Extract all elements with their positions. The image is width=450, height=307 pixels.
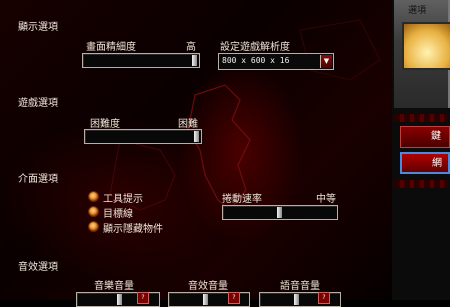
keyboard-button-label: 鍵 (431, 131, 441, 142)
detail-level-slider[interactable] (82, 53, 200, 68)
target-lines-label: 目標線 (103, 209, 133, 220)
sound-section-title: 音效選項 (18, 262, 58, 273)
detail-level-value: 高 (186, 42, 196, 53)
sfx-volume-stepper[interactable]: ? (228, 292, 240, 304)
show-hidden-objects-checkbox[interactable] (88, 221, 99, 232)
map-background (109, 19, 381, 211)
difficulty-thumb[interactable] (194, 131, 199, 142)
music-volume-stepper[interactable]: ? (137, 292, 149, 304)
keyboard-button[interactable]: 鍵 (400, 126, 450, 148)
gauge-face-icon (402, 22, 450, 70)
network-button-label: 網 (432, 158, 442, 169)
music-volume-label: 音樂音量 (94, 281, 134, 292)
tooltips-checkbox[interactable] (88, 191, 99, 202)
options-panel: 顯示選項 畫面精細度 高 設定遊戲解析度 800 x 600 x 16 ▼ 遊戲… (0, 0, 392, 307)
resolution-label: 設定遊戲解析度 (220, 42, 290, 53)
gameplay-section-title: 遊戲選項 (18, 98, 58, 109)
scroll-rate-thumb[interactable] (277, 207, 282, 218)
scroll-rate-slider[interactable] (222, 205, 338, 220)
sfx-volume-label: 音效音量 (188, 281, 228, 292)
display-section-title: 顯示選項 (18, 22, 58, 33)
scroll-rate-value: 中等 (316, 194, 336, 205)
side-panel-header: 選項 (408, 6, 427, 16)
decorative-stripe (394, 114, 448, 122)
network-button[interactable]: 網 (400, 152, 450, 174)
difficulty-label: 困難度 (90, 119, 120, 130)
detail-level-thumb[interactable] (192, 55, 197, 66)
resolution-value: 800 x 600 x 16 (222, 56, 290, 65)
interface-section-title: 介面選項 (18, 174, 58, 185)
target-lines-checkbox[interactable] (88, 206, 99, 217)
gauge-meter: 選項 (394, 0, 450, 108)
scroll-rate-label: 捲動速率 (222, 194, 262, 205)
decorative-stripe-2 (394, 180, 448, 188)
dropdown-arrow-icon[interactable]: ▼ (320, 55, 332, 68)
voice-volume-stepper[interactable]: ? (318, 292, 330, 304)
show-hidden-objects-label: 顯示隱藏物件 (103, 224, 163, 235)
difficulty-value: 困難 (178, 119, 198, 130)
resolution-dropdown[interactable]: 800 x 600 x 16 ▼ (218, 53, 334, 70)
detail-level-label: 畫面精細度 (86, 42, 136, 53)
tooltips-label: 工具提示 (103, 194, 143, 205)
side-panel: 選項 鍵 網 (392, 0, 450, 300)
difficulty-slider[interactable] (84, 129, 202, 144)
voice-volume-label: 語音音量 (280, 281, 320, 292)
